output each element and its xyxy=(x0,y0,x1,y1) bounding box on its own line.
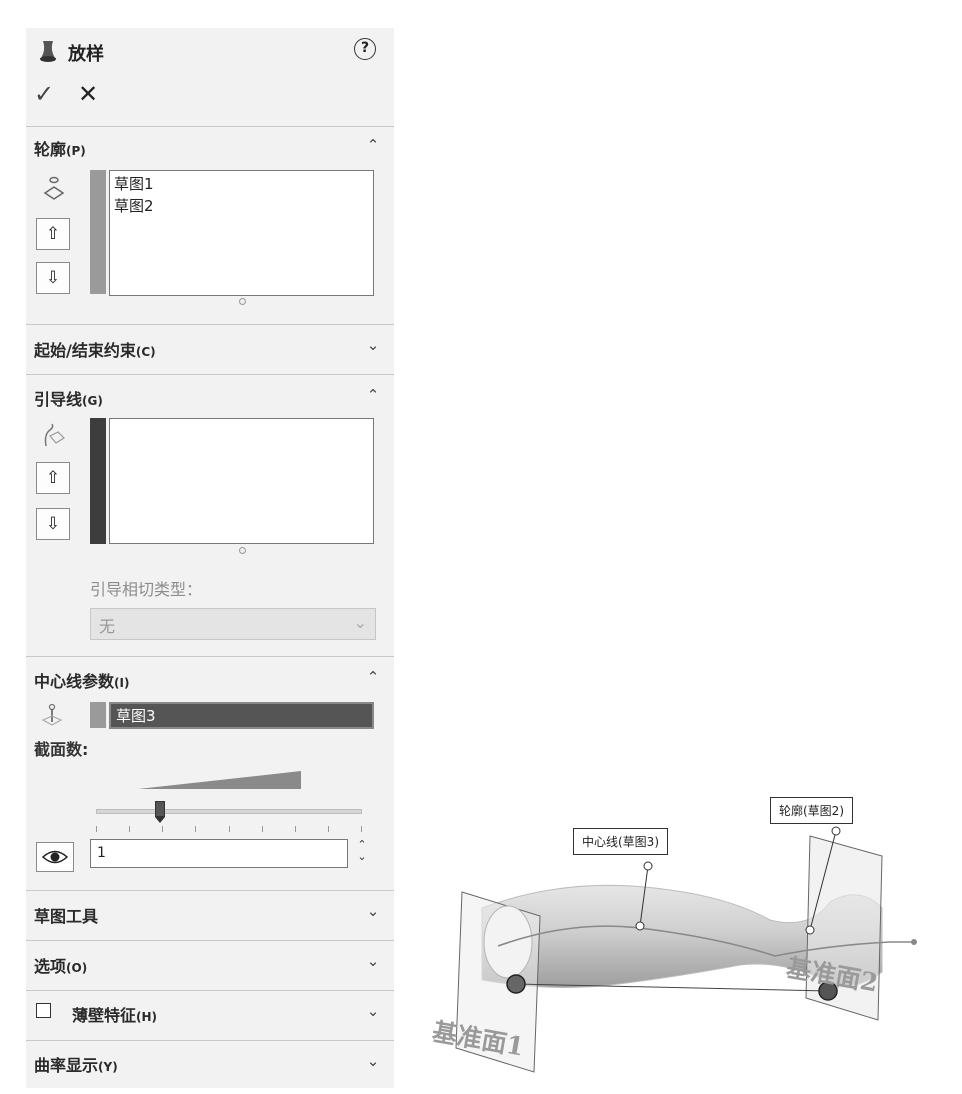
leader-handle[interactable] xyxy=(643,861,653,871)
ok-checkmark-icon[interactable]: ✓ xyxy=(34,80,54,108)
section-profile-header[interactable]: 轮廓(P) xyxy=(34,136,86,160)
section-centerline-header[interactable]: 中心线参数(I) xyxy=(34,668,129,692)
divider xyxy=(26,890,394,891)
sections-count-value: 1 xyxy=(97,845,106,861)
resize-handle[interactable] xyxy=(239,547,246,554)
move-up-button[interactable]: ⇧ xyxy=(36,218,70,250)
profile-point-1[interactable] xyxy=(506,974,526,994)
chevron-down-icon[interactable]: ⌄ xyxy=(362,1052,384,1070)
divider xyxy=(26,1040,394,1041)
guide-list[interactable] xyxy=(109,418,374,544)
centerline-callout[interactable]: 中心线(草图3) xyxy=(573,828,668,855)
divider xyxy=(26,656,394,657)
divider xyxy=(26,374,394,375)
spinner-arrows[interactable]: ⌃ ⌄ xyxy=(354,839,370,868)
move-up-button[interactable]: ⇧ xyxy=(36,462,70,494)
chevron-down-icon[interactable]: ⌄ xyxy=(362,902,384,920)
chevron-up-icon[interactable]: ⌃ xyxy=(362,668,384,686)
profile-list[interactable]: 草图1 草图2 xyxy=(109,170,374,296)
profile-icon xyxy=(43,176,65,200)
section-start-end-header[interactable]: 起始/结束约束(C) xyxy=(34,337,156,361)
list-item[interactable]: 草图2 xyxy=(114,195,369,217)
divider xyxy=(26,324,394,325)
tangency-type-select[interactable]: 无 ⌄ xyxy=(90,608,376,640)
eye-icon xyxy=(42,850,68,864)
loft-icon xyxy=(40,41,56,62)
leader-handle[interactable] xyxy=(831,826,841,836)
thin-feature-checkbox[interactable] xyxy=(36,1003,51,1018)
feature-title: 放样 xyxy=(68,44,104,65)
profile-color-bar xyxy=(90,170,106,294)
chevron-down-icon[interactable]: ⌄ xyxy=(362,1002,384,1020)
section-curvature-header[interactable]: 曲率显示(Y) xyxy=(34,1052,118,1076)
guide-curve-icon xyxy=(44,423,65,447)
list-item[interactable]: 草图1 xyxy=(114,173,369,195)
chevron-down-icon[interactable]: ⌄ xyxy=(362,952,384,970)
profile-callout[interactable]: 轮廓(草图2) xyxy=(770,797,853,824)
divider xyxy=(26,990,394,991)
sections-slider-track[interactable] xyxy=(96,809,362,814)
move-down-button[interactable]: ⇩ xyxy=(36,262,70,294)
chevron-up-icon[interactable]: ⌃ xyxy=(362,386,384,404)
sections-count-input[interactable]: 1 xyxy=(90,839,348,868)
slider-ticks xyxy=(96,826,362,832)
show-preview-eye-button[interactable] xyxy=(36,842,74,872)
section-thin-feature-header[interactable]: 薄壁特征(H) xyxy=(72,1002,157,1026)
cancel-x-icon[interactable]: ✕ xyxy=(78,80,98,108)
chevron-down-icon[interactable]: ⌄ xyxy=(362,336,384,354)
centerline-selected-value: 草图3 xyxy=(116,707,156,725)
centerline-color-bar xyxy=(90,702,106,728)
tangency-type-label: 引导相切类型： xyxy=(90,580,203,599)
resize-handle[interactable] xyxy=(239,298,246,305)
divider xyxy=(26,940,394,941)
centerline-selection-field[interactable]: 草图3 xyxy=(109,702,374,729)
tangency-type-value: 无 xyxy=(99,617,116,636)
sections-slider-thumb[interactable] xyxy=(154,801,165,823)
section-guides-header[interactable]: 引导线(G) xyxy=(34,386,103,410)
section-options-header[interactable]: 选项(O) xyxy=(34,953,87,977)
divider xyxy=(26,126,394,127)
centerline-icon xyxy=(41,703,63,726)
chevron-down-icon: ⌄ xyxy=(353,613,367,632)
sections-label: 截面数: xyxy=(34,740,89,759)
spinner-down-icon[interactable]: ⌄ xyxy=(354,851,370,863)
move-down-button[interactable]: ⇩ xyxy=(36,508,70,540)
leader-anchor xyxy=(635,921,645,931)
centerline-endpoint[interactable] xyxy=(911,939,917,945)
section-sketch-tools-header[interactable]: 草图工具 xyxy=(34,903,98,927)
sections-density-icon xyxy=(138,771,301,789)
guide-color-bar xyxy=(90,418,106,544)
help-icon[interactable]: ? xyxy=(354,38,376,60)
leader-anchor xyxy=(805,925,815,935)
chevron-up-icon[interactable]: ⌃ xyxy=(362,136,384,154)
